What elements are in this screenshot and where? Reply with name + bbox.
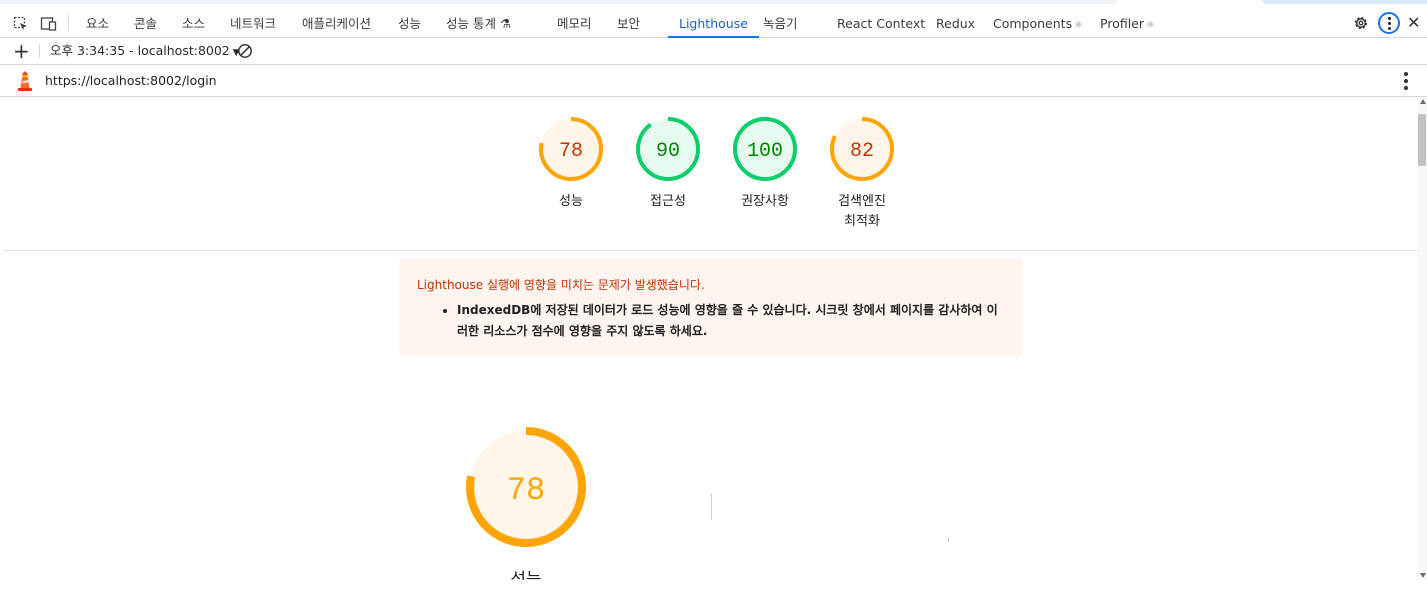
score-gauge-ring: 90 (636, 117, 700, 181)
tabbar-separator (68, 15, 69, 31)
tab-recorder[interactable]: 녹음기 (763, 10, 798, 37)
tab-profiler-label: Profiler (1100, 16, 1145, 31)
metric-tick (948, 537, 949, 542)
metric-divider (711, 493, 712, 520)
vertical-scrollbar[interactable] (1417, 97, 1427, 580)
scroll-up-icon[interactable] (1420, 99, 1426, 104)
inspect-element-icon[interactable] (11, 14, 31, 34)
score-value: 100 (747, 140, 783, 163)
warning-item: IndexedDB에 저장된 데이터가 로드 성능에 영향을 줄 수 있습니다.… (457, 300, 1005, 342)
gear-icon[interactable] (1352, 14, 1370, 32)
lighthouse-logo-icon (18, 71, 32, 91)
score-gauge-ring: 100 (733, 117, 797, 181)
warning-title: Lighthouse 실행에 영향을 미치는 문제가 발생했습니다. (417, 278, 705, 292)
device-toolbar-icon[interactable] (39, 14, 59, 34)
new-report-icon[interactable]: + (13, 39, 30, 63)
address-strip (0, 0, 1118, 4)
close-icon[interactable]: ✕ (1407, 14, 1420, 32)
tab-components-label: Components (993, 16, 1073, 31)
tab-performance-insights[interactable]: 성능 통계 ⚗ (446, 10, 511, 37)
run-warning-box: Lighthouse 실행에 영향을 미치는 문제가 발생했습니다. Index… (399, 257, 1023, 356)
tab-redux[interactable]: Redux (936, 10, 975, 37)
clear-block-icon[interactable] (237, 43, 253, 59)
performance-main-label: 성능 (510, 570, 542, 580)
tab-memory[interactable]: 메모리 (557, 10, 592, 37)
browser-top-strip (0, 0, 1427, 10)
report-url: https://localhost:8002/login (45, 73, 217, 88)
score-value: 90 (656, 140, 680, 163)
report-url-bar: https://localhost:8002/login (0, 65, 1427, 97)
score-gauge[interactable]: 78 성능 (531, 115, 611, 212)
score-gauges: 78 성능 90 접근성 100 권장사항 82 검색엔진 최적화 (531, 115, 901, 235)
score-label: 성능 (559, 194, 583, 209)
tab-security[interactable]: 보안 (617, 10, 640, 37)
tab-application[interactable]: 애플리케이션 (302, 10, 371, 37)
devtools-tabbar: 요소 콘솔 소스 네트워크 애플리케이션 성능 성능 통계 ⚗ 메모리 보안 L… (0, 10, 1427, 38)
lighthouse-toolbar: + 오후 3:34:35 - localhost:8002 ▼ (0, 38, 1427, 65)
profile-strip (1262, 0, 1427, 4)
report-selector[interactable]: 오후 3:34:35 - localhost:8002 ▼ (50, 38, 240, 64)
report-menu-icon[interactable] (1404, 72, 1408, 90)
score-value: 82 (850, 140, 874, 163)
react-icon: ⚛ (1074, 20, 1084, 31)
tab-components[interactable]: Components ⚛ (993, 10, 1083, 37)
score-label: 접근성 (650, 194, 686, 209)
tab-console[interactable]: 콘솔 (134, 10, 157, 37)
tab-react-context[interactable]: React Context (837, 10, 925, 37)
report-selector-value: 오후 3:34:35 - localhost:8002 (50, 43, 230, 58)
more-vert-icon[interactable] (1378, 12, 1400, 34)
tab-lighthouse[interactable]: Lighthouse (668, 10, 759, 38)
scroll-down-icon[interactable] (1420, 573, 1426, 578)
toolbar-separator (39, 44, 40, 58)
tab-sources[interactable]: 소스 (182, 10, 205, 37)
react-icon: ⚛ (1146, 20, 1155, 31)
report-content: 78 성능 90 접근성 100 권장사항 82 검색엔진 최적화 Lighthouse 실행에… (4, 97, 1417, 580)
tab-network[interactable]: 네트워크 (230, 10, 276, 37)
score-label: 권장사항 (741, 194, 789, 209)
tab-profiler[interactable]: Profiler ⚛ (1100, 10, 1155, 37)
score-gauge[interactable]: 90 접근성 (628, 115, 708, 212)
performance-main-gauge[interactable]: 78 (460, 421, 592, 553)
score-value: 78 (559, 140, 583, 163)
scrollbar-thumb[interactable] (1418, 114, 1426, 166)
tab-performance[interactable]: 성능 (398, 10, 421, 37)
tab-elements[interactable]: 요소 (86, 10, 109, 37)
performance-main-score: 78 (507, 472, 545, 509)
score-gauge[interactable]: 100 권장사항 (725, 115, 805, 212)
score-gauge-ring: 82 (830, 117, 894, 181)
score-gauge[interactable]: 82 검색엔진 최적화 (822, 115, 902, 232)
header-divider (4, 250, 1417, 251)
score-gauge-ring: 78 (539, 117, 603, 181)
score-label: 검색엔진 최적화 (838, 194, 886, 229)
warning-list: IndexedDB에 저장된 데이터가 로드 성능에 영향을 줄 수 있습니다.… (417, 300, 1005, 342)
